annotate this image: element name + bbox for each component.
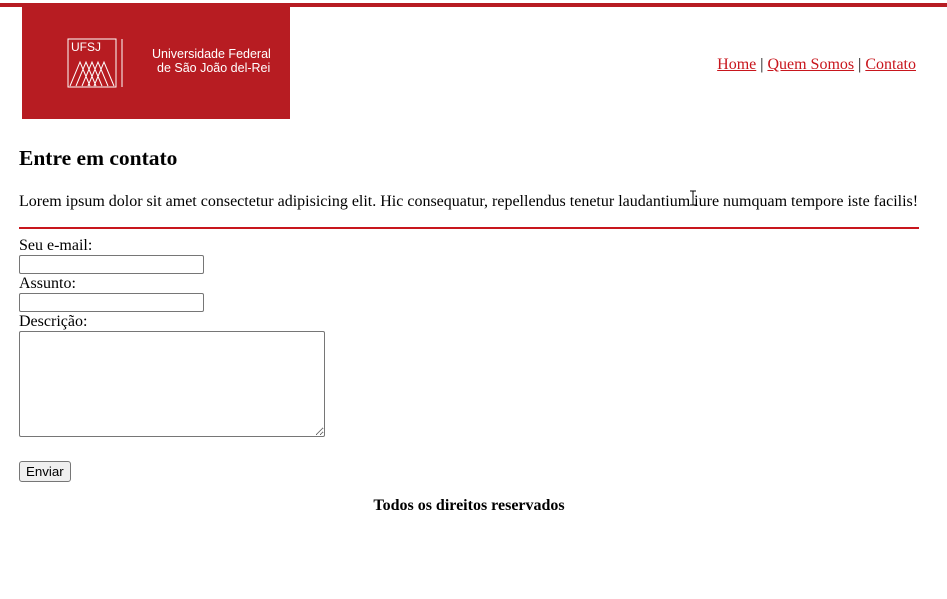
logo-abbr: UFSJ (71, 40, 101, 54)
logo-wordmark: Universidade Federal de São João del-Rei (152, 47, 271, 75)
nav-home-link[interactable]: Home (717, 56, 756, 73)
email-label: Seu e-mail: (19, 237, 93, 254)
main-nav: Home | Quem Somos | Contato (717, 55, 916, 75)
subject-label: Assunto: (19, 275, 76, 292)
ufsj-logo[interactable]: UFSJ Universidade Federal de São João de… (22, 7, 290, 119)
subject-field[interactable] (19, 293, 204, 312)
nav-contato-link[interactable]: Contato (865, 56, 916, 73)
text-cursor-icon (690, 190, 696, 206)
submit-button[interactable]: Enviar (19, 461, 71, 482)
logo-line-2: de São João del-Rei (157, 61, 271, 75)
nav-quem-somos-link[interactable]: Quem Somos (767, 56, 854, 73)
footer-text: Todos os direitos reservados (373, 497, 565, 514)
page-title: Entre em contato (19, 146, 178, 170)
section-divider (19, 227, 919, 229)
description-label: Descrição: (19, 313, 88, 330)
nav-separator: | (760, 56, 764, 73)
intro-paragraph: Lorem ipsum dolor sit amet consectetur a… (19, 193, 919, 210)
email-field[interactable] (19, 255, 204, 274)
contact-form: Seu e-mail: Assunto: Descrição: (19, 237, 325, 437)
nav-separator: | (858, 56, 862, 73)
description-textarea[interactable] (19, 331, 325, 437)
logo-line-1: Universidade Federal (152, 47, 271, 61)
